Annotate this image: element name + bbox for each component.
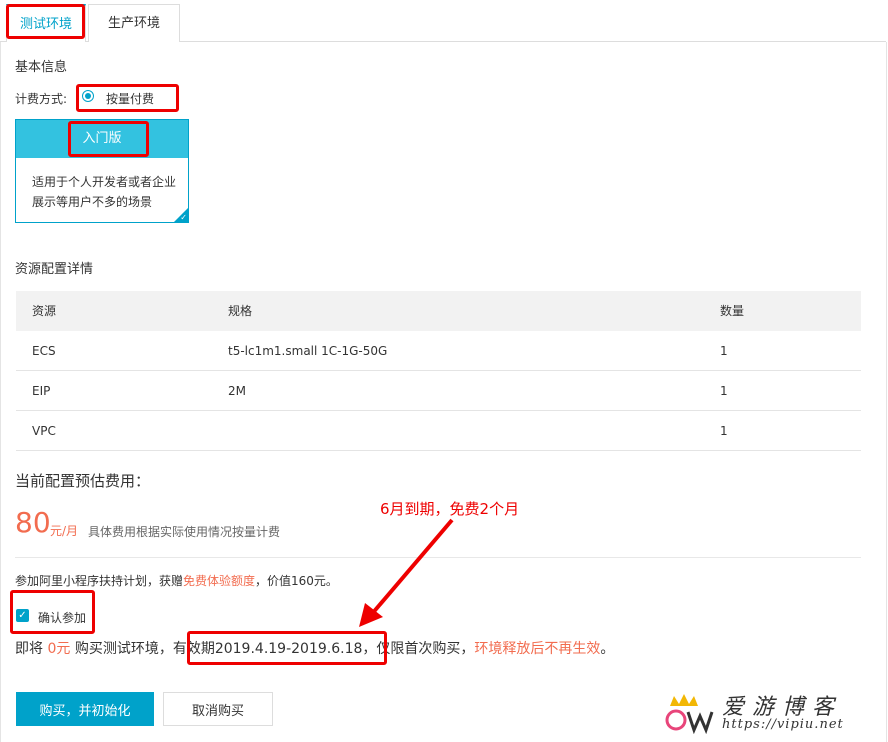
tab-prod-env[interactable]: 生产环境 (88, 4, 180, 42)
cell-spec: t5-lc1m1.small 1C-1G-50G (228, 344, 388, 358)
annotation-arrow-icon (359, 518, 454, 627)
basic-info-title: 基本信息 (15, 60, 68, 75)
billing-label: 计费方式: (15, 92, 68, 106)
price-title: 当前配置预估费用： (15, 472, 151, 490)
cell-resource: VPC (32, 424, 56, 438)
price-unit: 元/月 (50, 524, 79, 538)
header-qty: 数量 (720, 304, 745, 318)
plan-desc-line1: 适用于个人开发者或者企业 (32, 175, 177, 189)
watermark-url: https://vipiu.net (722, 717, 844, 732)
plan-desc-line2: 展示等用户不多的场景 (32, 195, 153, 209)
price-note: 具体费用根据实际使用情况按量计费 (88, 525, 281, 539)
cell-resource: EIP (32, 384, 51, 398)
cell-qty: 1 (720, 384, 728, 398)
cell-qty: 1 (720, 344, 728, 358)
table-header: 资源 规格 数量 (16, 291, 861, 331)
table-row: VPC 1 (16, 411, 861, 451)
tab-bar: 测试环境 生产环境 (0, 0, 886, 42)
header-resource: 资源 (32, 304, 57, 318)
free-quota-link[interactable]: 免费体验额度 (183, 574, 255, 588)
highlight-validity-box (187, 631, 387, 665)
cell-resource: ECS (32, 344, 56, 358)
buy-prefix: 即将 (15, 641, 43, 657)
cell-spec: 2M (228, 384, 246, 398)
cancel-button[interactable]: 取消购买 (163, 692, 273, 726)
highlight-plan-box (68, 121, 149, 157)
program-text: 参加阿里小程序扶持计划，获赠免费体验额度，价值160元。 (15, 572, 338, 589)
watermark-logo-icon (665, 694, 714, 734)
table-row: ECS t5-lc1m1.small 1C-1G-50G 1 (16, 331, 861, 371)
highlight-confirm-box (10, 590, 95, 634)
resources-title: 资源配置详情 (15, 262, 94, 277)
cell-qty: 1 (720, 424, 728, 438)
buy-end: 。 (600, 641, 615, 657)
release-warning: 环境释放后不再生效 (474, 641, 601, 657)
table-row: EIP 2M 1 (16, 371, 861, 411)
buy-middle: 购买测试环境， (74, 641, 173, 657)
program-suffix: ，价值160元。 (255, 574, 338, 588)
header-spec: 规格 (228, 304, 253, 318)
buy-price: 0元 (47, 641, 71, 657)
check-icon: ✓ (180, 213, 187, 222)
highlight-tab-box (6, 4, 85, 39)
buy-init-button[interactable]: 购买，并初始化 (16, 692, 154, 726)
price-amount: 80 (15, 506, 51, 539)
plan-card-desc: 适用于个人开发者或者企业 展示等用户不多的场景 (32, 172, 176, 212)
highlight-billing-box (76, 84, 179, 112)
program-prefix: 参加阿里小程序扶持计划，获赠 (15, 574, 184, 588)
